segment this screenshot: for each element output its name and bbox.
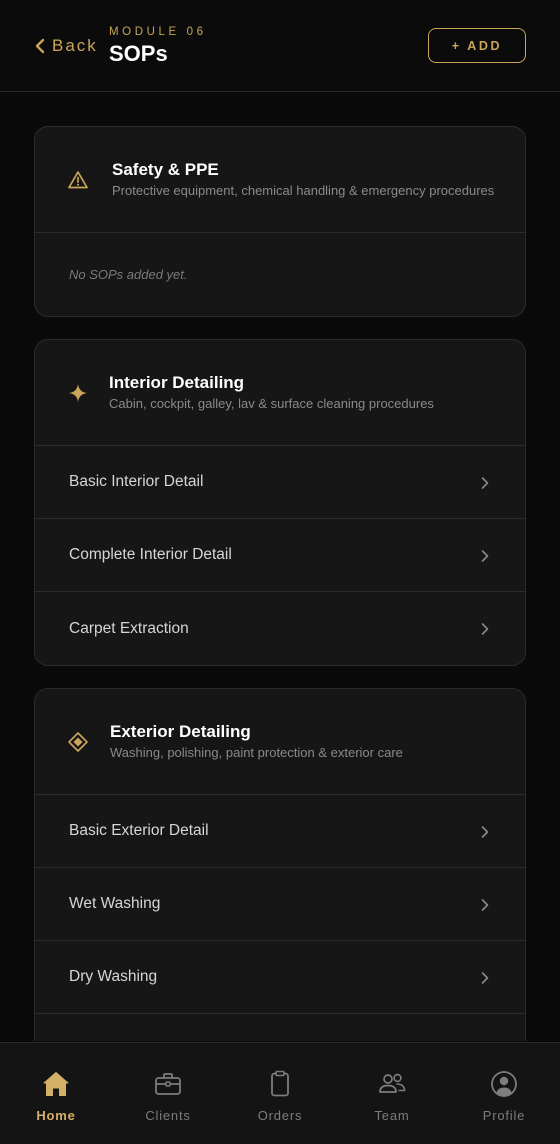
clipboard-icon <box>271 1070 289 1097</box>
category-subtitle: Protective equipment, chemical handling … <box>112 183 495 198</box>
category-header: Safety & PPE Protective equipment, chemi… <box>35 127 525 233</box>
chevron-right-icon <box>481 899 489 911</box>
sop-item-label: Basic Interior Detail <box>69 473 204 490</box>
chevron-right-icon <box>481 826 489 838</box>
category-subtitle: Washing, polishing, paint protection & e… <box>110 745 403 760</box>
empty-state-text: No SOPs added yet. <box>69 267 188 282</box>
tab-profile[interactable]: Profile <box>448 1043 560 1144</box>
tab-label: Profile <box>482 1108 526 1123</box>
chevron-left-icon <box>35 38 45 54</box>
module-eyebrow: MODULE 06 <box>109 26 207 38</box>
tab-label: Orders <box>257 1108 303 1123</box>
sop-item-label: Wet Washing <box>69 895 161 912</box>
tab-label: Team <box>374 1108 410 1123</box>
category-title: Safety & PPE <box>112 160 219 179</box>
top-header: Back MODULE 06 SOPs + ADD <box>0 0 560 92</box>
category-card-exterior: Exterior Detailing Washing, polishing, p… <box>34 688 526 1041</box>
sop-item-label: Carpet Extraction <box>69 619 189 637</box>
bottom-tab-bar: Home Clients Orders Team Profile <box>0 1042 560 1144</box>
sop-item-row[interactable]: Complete Interior Detail <box>35 519 525 592</box>
tab-label: Home <box>36 1108 76 1123</box>
tab-label: Clients <box>145 1108 191 1123</box>
home-icon <box>43 1072 69 1096</box>
sop-item-row[interactable]: Wet Washing <box>35 868 525 941</box>
back-button[interactable]: Back <box>34 34 98 58</box>
sop-item-label: Basic Exterior Detail <box>69 822 209 839</box>
chevron-right-icon <box>481 477 489 489</box>
team-icon <box>379 1073 406 1093</box>
category-card-interior: Interior Detailing Cabin, cockpit, galle… <box>34 339 526 666</box>
sparkle-icon <box>67 382 89 404</box>
sop-list[interactable]: Safety & PPE Protective equipment, chemi… <box>0 93 560 1041</box>
sops-screen: Back MODULE 06 SOPs + ADD Safety & PPE P… <box>0 0 560 1144</box>
chevron-right-icon <box>481 550 489 562</box>
category-text: Interior Detailing Cabin, cockpit, galle… <box>109 373 434 412</box>
category-title: Exterior Detailing <box>110 722 251 741</box>
sop-item-row[interactable]: Basic Exterior Detail <box>35 795 525 868</box>
sop-item-row[interactable]: Basic Interior Detail <box>35 446 525 519</box>
category-subtitle: Cabin, cockpit, galley, lav & surface cl… <box>109 396 434 411</box>
category-text: Exterior Detailing Washing, polishing, p… <box>110 722 403 761</box>
back-label: Back <box>52 36 98 55</box>
category-header: Exterior Detailing Washing, polishing, p… <box>35 689 525 795</box>
sop-item-label: Dry Washing <box>69 968 158 985</box>
chevron-right-icon <box>481 623 489 635</box>
tab-team[interactable]: Team <box>336 1043 448 1144</box>
category-header: Interior Detailing Cabin, cockpit, galle… <box>35 340 525 446</box>
title-block: MODULE 06 SOPs <box>109 26 207 65</box>
tab-orders[interactable]: Orders <box>224 1043 336 1144</box>
tab-home[interactable]: Home <box>0 1043 112 1144</box>
briefcase-icon <box>155 1073 181 1095</box>
profile-icon <box>491 1071 517 1097</box>
page-title: SOPs <box>109 41 168 66</box>
sop-item-row[interactable]: Carpet Extraction <box>35 592 525 665</box>
add-button[interactable]: + ADD <box>428 28 526 63</box>
chevron-right-icon <box>481 972 489 984</box>
sop-item-label: Complete Interior Detail <box>69 546 232 563</box>
tab-clients[interactable]: Clients <box>112 1043 224 1144</box>
category-text: Safety & PPE Protective equipment, chemi… <box>112 160 494 199</box>
sop-item-row[interactable]: Dry Washing <box>35 941 525 1014</box>
warning-triangle-icon <box>67 169 89 191</box>
diamond-icon <box>67 731 89 753</box>
category-card-safety: Safety & PPE Protective equipment, chemi… <box>34 126 526 317</box>
category-title: Interior Detailing <box>109 373 245 392</box>
